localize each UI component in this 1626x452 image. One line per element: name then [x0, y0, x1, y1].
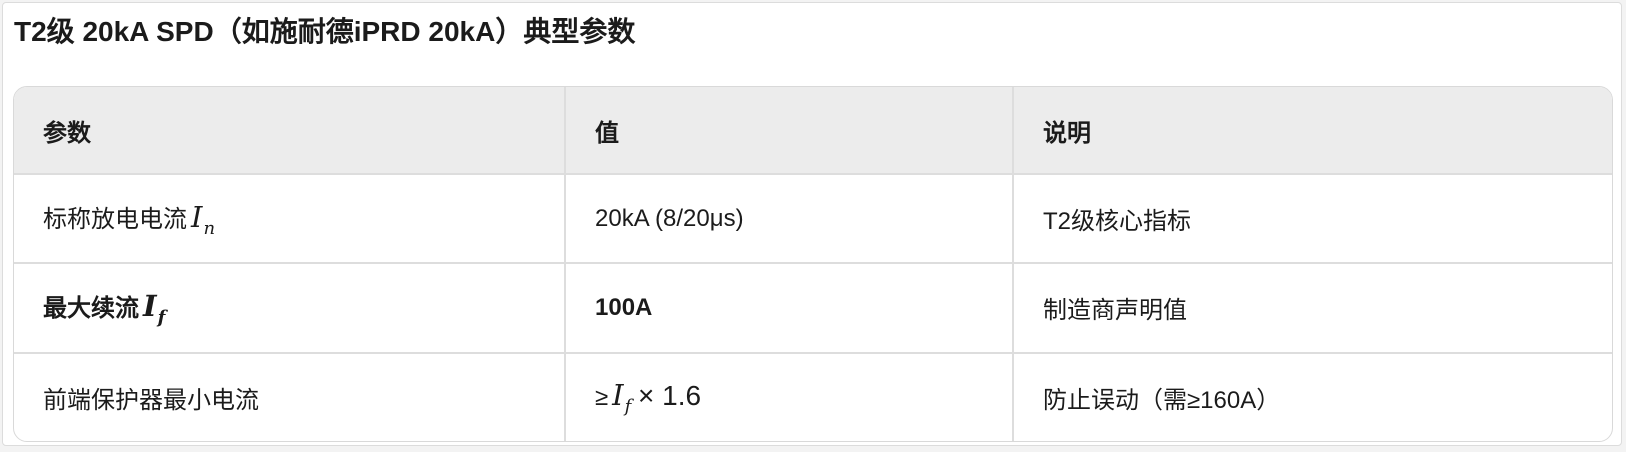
value-suffix: × 1.6 [637, 379, 702, 411]
param-label: 标称放电电流 [43, 205, 187, 233]
table-row: 前端保护器最小电流 ≥ If × 1.6 防止误动（需≥160A） [14, 352, 1612, 441]
note-cell: 防止误动（需≥160A） [1043, 386, 1281, 414]
column-header-param: 参数 [14, 87, 566, 175]
value-symbol: If [612, 377, 632, 417]
value-subscript: f [624, 395, 632, 417]
table-row: 最大续流 If 100A 制造商声明值 [14, 263, 1612, 354]
param-cell: 最大续流 If [14, 263, 566, 354]
note-cell: T2级核心指标 [1013, 174, 1612, 265]
param-subscript: f [157, 306, 166, 328]
param-symbol: If [143, 288, 166, 328]
param-symbol: In [191, 199, 216, 239]
parameter-table-container: 参数 值 说明 标称放电电流 In 20kA (8/20μs) T2级核心指标 最… [13, 86, 1613, 442]
column-header-value: 值 [565, 87, 1014, 175]
column-header-note: 说明 [1013, 87, 1612, 175]
param-cell: 前端保护器最小电流 [14, 352, 566, 441]
param-label: 最大续流 [43, 294, 139, 322]
parameter-table: 参数 值 说明 标称放电电流 In 20kA (8/20μs) T2级核心指标 最… [14, 87, 1612, 441]
param-subscript: n [203, 217, 216, 239]
value-cell: 100A [565, 263, 1014, 354]
value-cell: ≥ If × 1.6 [565, 352, 1014, 441]
page-title: T2级 20kA SPD（如施耐德iPRD 20kA）典型参数 [14, 16, 636, 47]
value-prefix: ≥ [595, 383, 609, 411]
content-card: T2级 20kA SPD（如施耐德iPRD 20kA）典型参数 参数 值 说明 … [2, 2, 1622, 446]
value-cell: 20kA (8/20μs) [565, 174, 1014, 265]
table-header-row: 参数 值 说明 [14, 87, 1612, 175]
note-cell: 制造商声明值 [1013, 263, 1612, 354]
table-row: 标称放电电流 In 20kA (8/20μs) T2级核心指标 [14, 174, 1612, 265]
param-cell: 标称放电电流 In [14, 174, 566, 265]
